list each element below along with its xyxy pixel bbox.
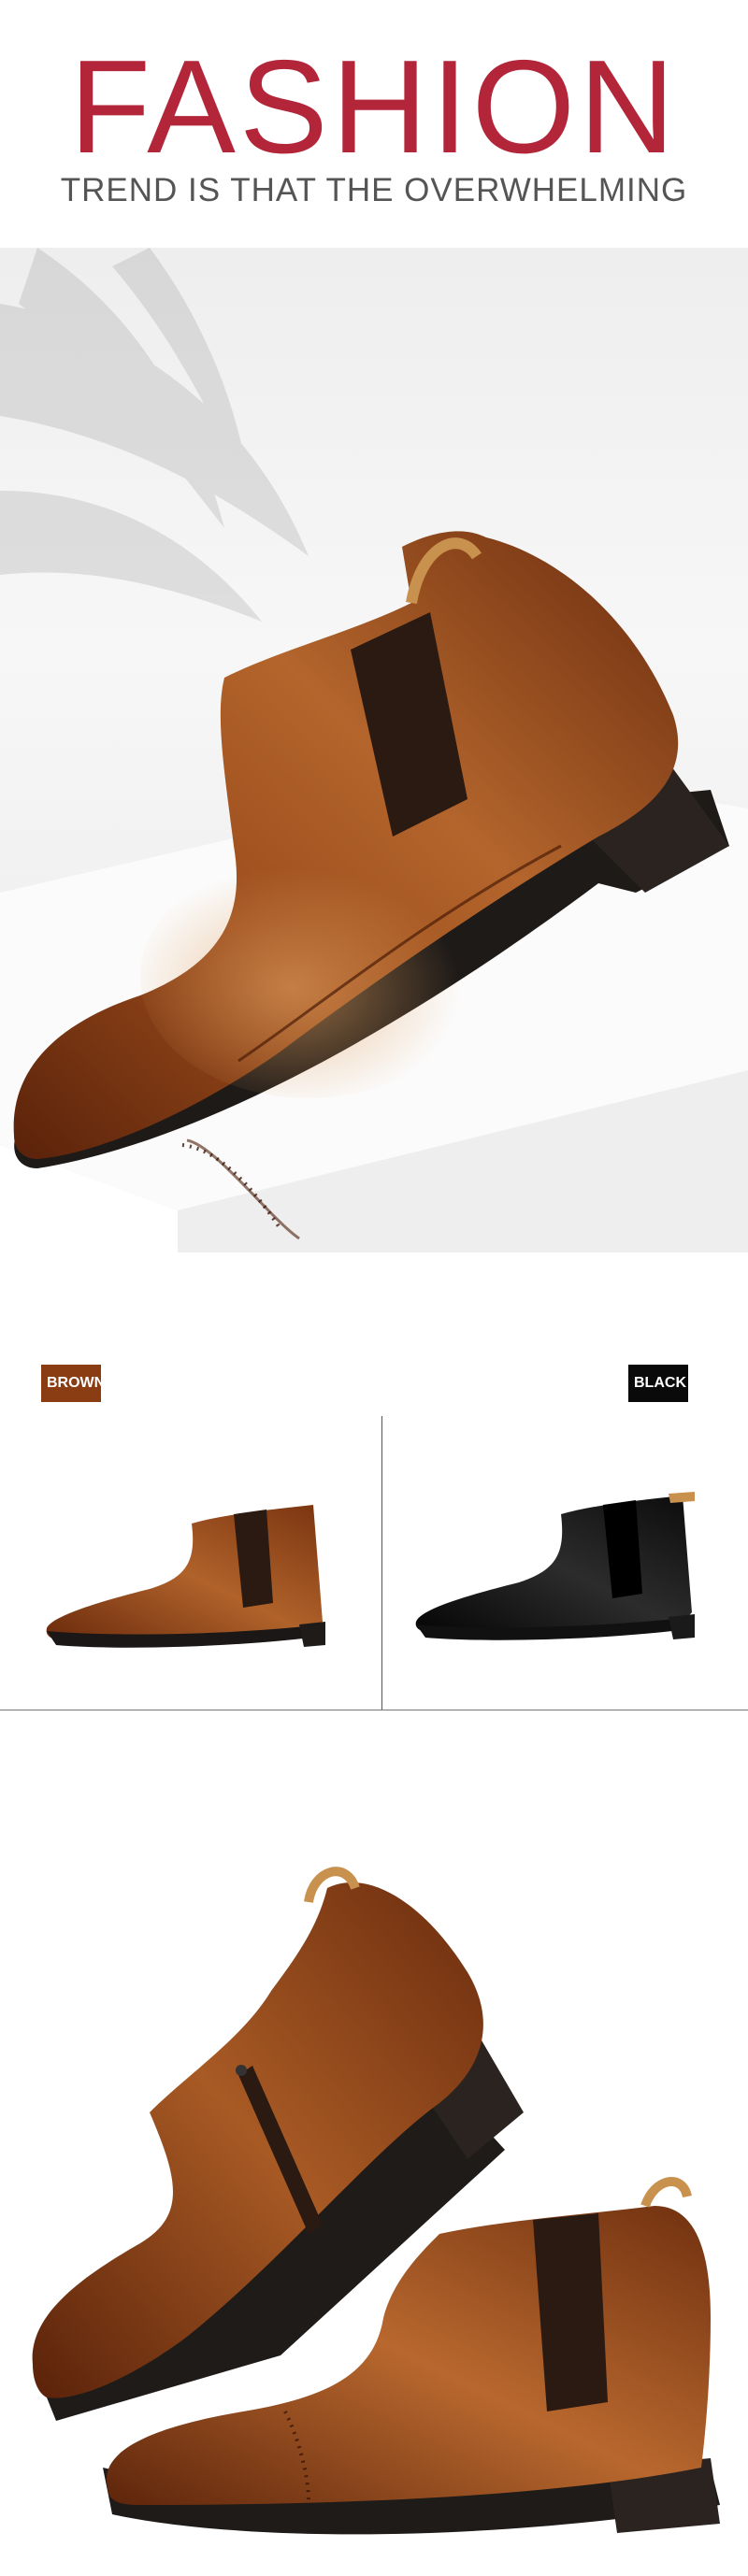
boot-black-image[interactable] bbox=[397, 1467, 734, 1673]
boots-pair-image bbox=[0, 1757, 748, 2576]
leaf-shadow bbox=[0, 248, 309, 622]
color-badge-brown[interactable]: BROWN bbox=[41, 1365, 105, 1402]
hero-image bbox=[0, 248, 748, 1252]
boot-brown-image[interactable] bbox=[28, 1467, 365, 1673]
page-title: FASHION bbox=[69, 33, 679, 181]
color-badge-black[interactable]: BLACK bbox=[628, 1365, 688, 1402]
boots-pair-illustration bbox=[32, 1867, 720, 2535]
hero-boot-illustration bbox=[0, 248, 748, 1252]
boot-black-illustration bbox=[415, 1492, 695, 1640]
boot-brown-illustration bbox=[46, 1505, 325, 1648]
divider-vertical bbox=[381, 1416, 382, 1710]
page-subtitle: TREND IS THAT THE OVERWHELMING bbox=[60, 172, 688, 208]
